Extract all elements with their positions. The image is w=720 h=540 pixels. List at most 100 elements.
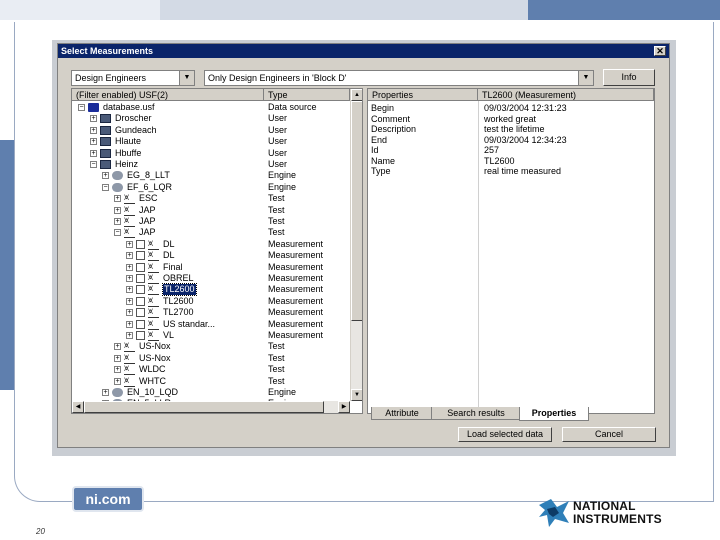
- collapse-icon[interactable]: −: [114, 229, 121, 237]
- expand-icon[interactable]: +: [114, 195, 121, 203]
- tree-item-type: Test: [268, 216, 285, 226]
- property-row[interactable]: Type real time measured: [368, 166, 654, 177]
- tree-row[interactable]: + WLDC Test: [72, 363, 350, 376]
- tab-attribute[interactable]: Attribute: [371, 407, 433, 420]
- tree-row[interactable]: + JAP Test: [72, 215, 350, 227]
- cancel-button[interactable]: Cancel: [562, 427, 656, 442]
- expand-icon[interactable]: +: [126, 240, 133, 248]
- expand-icon[interactable]: +: [126, 332, 133, 339]
- expand-icon[interactable]: +: [126, 297, 133, 305]
- scroll-right-icon[interactable]: ▶: [338, 401, 350, 413]
- load-selected-data-button[interactable]: Load selected data: [458, 427, 552, 442]
- measurement-checkbox[interactable]: [136, 239, 145, 249]
- collapse-icon[interactable]: −: [90, 161, 97, 168]
- tree-row[interactable]: + EG_8_LLT Engine: [72, 170, 350, 181]
- properties-header-key[interactable]: Properties: [368, 89, 478, 101]
- expand-icon[interactable]: +: [126, 320, 133, 328]
- scroll-left-icon[interactable]: ◀: [72, 401, 84, 413]
- measurement-checkbox[interactable]: [136, 285, 145, 295]
- tree-row[interactable]: + TL2700 Measurement: [72, 306, 350, 319]
- tree-row[interactable]: − JAP Test: [72, 226, 350, 239]
- tree-horizontal-scrollbar[interactable]: ◀ ▶: [72, 401, 350, 413]
- tree-item-name: EF_6_LQR: [127, 181, 173, 192]
- scroll-up-icon[interactable]: ▲: [351, 89, 362, 101]
- expand-icon[interactable]: +: [114, 218, 121, 225]
- tree-row[interactable]: + Gundeach User: [72, 125, 350, 136]
- scroll-down-icon[interactable]: ▼: [351, 389, 362, 401]
- tree-row[interactable]: + Hbuffe User: [72, 148, 350, 159]
- tree-item-type: User: [268, 147, 288, 158]
- expand-icon[interactable]: +: [126, 275, 133, 282]
- expand-icon[interactable]: +: [114, 366, 121, 374]
- tree-item-name: JAP: [139, 227, 156, 238]
- tree-header-name[interactable]: (Filter enabled) USF(2): [72, 89, 264, 101]
- expand-icon[interactable]: +: [90, 126, 97, 134]
- filter-combo[interactable]: Design Engineers ▼: [71, 70, 195, 86]
- tree-row[interactable]: + US-Nox Test: [72, 340, 350, 353]
- expand-icon[interactable]: +: [90, 115, 97, 123]
- tree-row[interactable]: + ESC Test: [72, 192, 350, 205]
- tree-row[interactable]: − database.usf Data source: [72, 102, 350, 113]
- expand-icon[interactable]: +: [126, 286, 133, 294]
- tree-row[interactable]: + DL Measurement: [72, 249, 350, 262]
- expand-icon[interactable]: +: [114, 377, 121, 385]
- tree-row[interactable]: − Heinz User: [72, 159, 350, 170]
- tree-row[interactable]: + Hlaute User: [72, 136, 350, 147]
- property-row[interactable]: Description test the lifetime: [368, 124, 654, 135]
- measurement-checkbox[interactable]: [136, 331, 145, 340]
- measurement-checkbox[interactable]: [136, 274, 145, 283]
- property-row[interactable]: Name TL2600: [368, 156, 654, 167]
- tree-item-name: TL2700: [163, 307, 194, 318]
- tree-row[interactable]: + WHTC Test: [72, 375, 350, 387]
- measurement-checkbox[interactable]: [136, 251, 145, 261]
- logo-line-2: INSTRUMENTS: [573, 512, 662, 526]
- query-combo[interactable]: Only Design Engineers in 'Block D' ▼: [204, 70, 594, 86]
- tree-header-type[interactable]: Type: [264, 89, 350, 101]
- test-icon: [124, 375, 135, 387]
- tree-row[interactable]: + OBREL Measurement: [72, 272, 350, 284]
- measurement-checkbox[interactable]: [136, 308, 145, 318]
- measurement-checkbox[interactable]: [136, 262, 145, 272]
- tree-vertical-scrollbar[interactable]: ▲ ▼: [350, 89, 362, 401]
- tab-properties[interactable]: Properties: [519, 407, 589, 421]
- expand-icon[interactable]: +: [126, 309, 133, 317]
- expand-icon[interactable]: +: [126, 252, 133, 260]
- measurement-checkbox[interactable]: [136, 296, 145, 306]
- tree-row[interactable]: + US standar... Measurement: [72, 318, 350, 330]
- measurement-checkbox[interactable]: [136, 319, 145, 329]
- tree-row[interactable]: + TL2600 Measurement: [72, 295, 350, 307]
- expand-icon[interactable]: +: [114, 343, 121, 351]
- property-row[interactable]: Begin 09/03/2004 12:31:23: [368, 103, 654, 114]
- collapse-icon[interactable]: −: [78, 104, 85, 111]
- expand-icon[interactable]: +: [102, 172, 109, 180]
- tab-search-results[interactable]: Search results: [431, 407, 521, 420]
- info-button[interactable]: Info: [603, 69, 655, 86]
- tree-row[interactable]: + EN_10_LQD Engine: [72, 387, 350, 398]
- tree-row[interactable]: + DL Measurement: [72, 238, 350, 250]
- expand-icon[interactable]: +: [126, 263, 133, 271]
- tree-row[interactable]: + Droscher User: [72, 113, 350, 124]
- chevron-down-icon[interactable]: ▼: [578, 71, 593, 85]
- expand-icon[interactable]: +: [90, 138, 97, 146]
- close-button[interactable]: ✕: [654, 46, 666, 56]
- tree-row[interactable]: + US-Nox Test: [72, 352, 350, 364]
- tree-row[interactable]: − EF_6_LQR Engine: [72, 182, 350, 193]
- scroll-thumb[interactable]: [351, 101, 362, 321]
- tree-row[interactable]: + VL Measurement: [72, 329, 350, 341]
- tree-row[interactable]: + Final Measurement: [72, 261, 350, 273]
- properties-header-value[interactable]: TL2600 (Measurement): [478, 89, 654, 101]
- property-row[interactable]: Id 257: [368, 145, 654, 156]
- expand-icon[interactable]: +: [114, 354, 121, 362]
- tree-row[interactable]: + TL2600 Measurement: [72, 283, 350, 297]
- expand-icon[interactable]: +: [114, 206, 121, 214]
- tree-row[interactable]: + JAP Test: [72, 204, 350, 216]
- property-row[interactable]: End 09/03/2004 12:34:23: [368, 135, 654, 146]
- top-bar-segment-dark: [528, 0, 720, 20]
- ni-com-badge[interactable]: ni.com: [72, 486, 144, 512]
- chevron-down-icon[interactable]: ▼: [179, 71, 194, 85]
- property-row[interactable]: Comment worked great: [368, 114, 654, 125]
- expand-icon[interactable]: +: [102, 389, 109, 396]
- collapse-icon[interactable]: −: [102, 183, 109, 191]
- scroll-thumb[interactable]: [84, 401, 324, 413]
- expand-icon[interactable]: +: [90, 149, 97, 157]
